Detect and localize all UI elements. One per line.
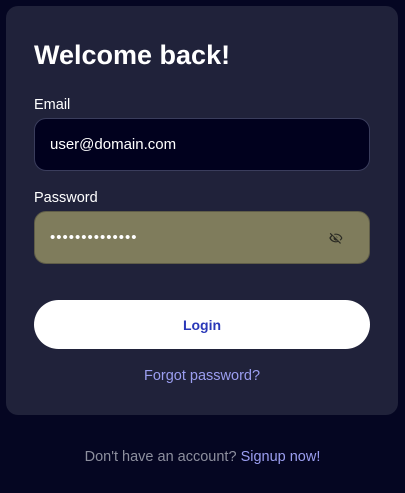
eye-off-icon[interactable] — [329, 231, 343, 245]
email-label: Email — [34, 97, 71, 113]
password-field[interactable]: •••••••••••••• — [34, 211, 370, 264]
signup-prompt: Don't have an account? Signup now! — [0, 449, 405, 465]
signup-prompt-text: Don't have an account? — [84, 449, 237, 465]
login-button[interactable]: Login — [34, 300, 370, 349]
password-label: Password — [34, 190, 98, 206]
forgot-password-link[interactable]: Forgot password? — [6, 368, 398, 384]
email-value: user@domain.com — [50, 136, 177, 153]
email-field[interactable]: user@domain.com — [34, 118, 370, 171]
signup-link[interactable]: Signup now! — [241, 449, 321, 465]
page-title: Welcome back! — [34, 40, 231, 70]
login-card: Welcome back! Email user@domain.com Pass… — [6, 6, 398, 415]
password-value: •••••••••••••• — [50, 229, 138, 246]
